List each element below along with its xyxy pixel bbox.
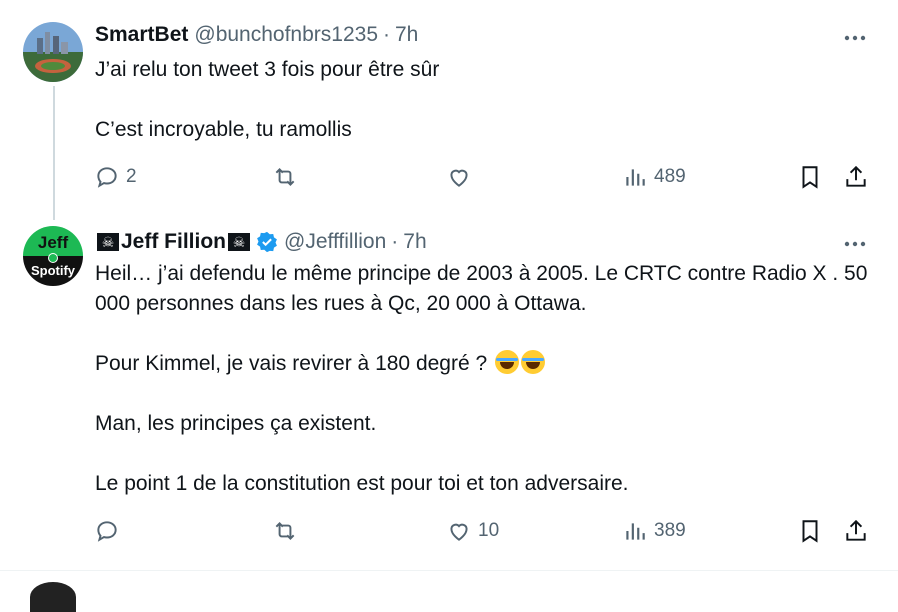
reply-button[interactable] — [94, 518, 120, 544]
joy-emoji-icon — [521, 350, 546, 374]
tweet-text: Heil… j’ai defendu le même principe de 2… — [95, 259, 885, 499]
tweet-header: ☠ Jeff Fillion ☠ @Jefffillion · 7h — [95, 230, 427, 254]
avatar[interactable]: Jeff Spotify — [23, 226, 83, 286]
retweet-icon — [275, 522, 295, 540]
heart-icon — [450, 523, 468, 541]
avatar[interactable] — [30, 582, 76, 612]
tweet-line: Heil… j’ai defendu le même principe de 2… — [95, 262, 868, 315]
author-handle[interactable]: @Jefffillion — [284, 230, 386, 254]
reply-icon — [97, 521, 117, 542]
skull-crossbones-icon: ☠ — [97, 233, 119, 251]
verified-badge-icon[interactable] — [256, 231, 278, 253]
tweet-line: Le point 1 de la constitution est pour t… — [95, 472, 629, 495]
action-bar: 10 389 — [0, 518, 898, 548]
tweet-line: Pour Kimmel, je vais revirer à 180 degré… — [95, 349, 885, 379]
divider — [0, 570, 898, 571]
bookmark-button[interactable] — [797, 518, 823, 544]
bookmark-icon — [802, 520, 818, 543]
separator-dot: · — [391, 230, 399, 253]
avatar-text-top: Jeff — [38, 233, 69, 252]
avatar-text-bottom: Spotify — [31, 263, 76, 278]
joy-emoji-icon — [495, 350, 520, 374]
views-count: 389 — [654, 520, 686, 541]
tweet-line: Man, les principes ça existent. — [95, 412, 377, 435]
retweet-button[interactable] — [272, 518, 298, 544]
views-button[interactable]: 389 — [622, 518, 686, 544]
more-icon[interactable] — [844, 240, 866, 248]
views-icon — [626, 523, 645, 540]
share-button[interactable] — [843, 518, 869, 544]
tweet-2[interactable]: Jeff Spotify ☠ Jeff Fillion ☠ @Jefffilli… — [0, 0, 898, 543]
share-icon — [846, 519, 866, 541]
like-button[interactable]: 10 — [446, 518, 499, 544]
timestamp[interactable]: 7h — [403, 230, 426, 254]
author-name[interactable]: Jeff Fillion — [121, 230, 226, 254]
like-count: 10 — [478, 520, 500, 541]
tweet-line-text: Pour Kimmel, je vais revirer à 180 degré… — [95, 352, 488, 375]
skull-crossbones-icon: ☠ — [228, 233, 250, 251]
